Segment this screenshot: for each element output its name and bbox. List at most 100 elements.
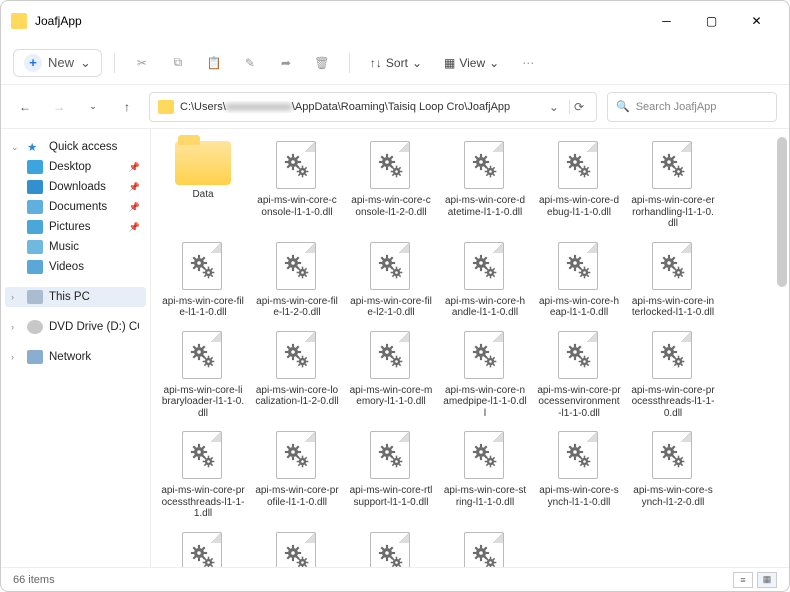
folder-icon bbox=[158, 100, 174, 114]
sidebar-item-music[interactable]: Music bbox=[5, 237, 146, 257]
pin-icon: 📌 bbox=[129, 202, 140, 213]
list-item[interactable]: api-ms-win-core-memory-l1-1-0.dll bbox=[347, 327, 435, 424]
maximize-button[interactable]: ▢ bbox=[689, 1, 734, 41]
list-item[interactable]: api-ms-win-core-processenvironment-l1-1-… bbox=[535, 327, 623, 424]
minimize-button[interactable]: ─ bbox=[644, 1, 689, 41]
list-item[interactable]: api-ms-win-core-synch-l1-2-0.dll bbox=[629, 427, 717, 524]
item-label: api-ms-win-core-string-l1-1-0.dll bbox=[443, 485, 527, 508]
list-item[interactable]: api-ms-win-core-libraryloader-l1-1-0.dll bbox=[159, 327, 247, 424]
list-item[interactable]: api-ms-win-core-console-l1-2-0.dll bbox=[347, 137, 435, 234]
disc-icon bbox=[27, 320, 43, 334]
sidebar-quick-access[interactable]: ⌄ ★ Quick access bbox=[5, 137, 146, 157]
item-label: Data bbox=[192, 189, 213, 201]
file-list[interactable]: Data api-ms-win-core-console-l1-1-0.dll … bbox=[151, 129, 789, 567]
details-view-button[interactable]: ≡ bbox=[733, 572, 753, 588]
dll-icon bbox=[276, 532, 318, 568]
list-item[interactable]: api-ms-win-core-file-l1-1-0.dll bbox=[159, 238, 247, 323]
chevron-right-icon: › bbox=[11, 352, 21, 362]
back-button[interactable]: ← bbox=[13, 95, 37, 119]
chevron-right-icon: › bbox=[11, 322, 21, 332]
titlebar: JoafjApp ─ ▢ ✕ bbox=[1, 1, 789, 41]
close-button[interactable]: ✕ bbox=[734, 1, 779, 41]
sidebar-network[interactable]: › Network bbox=[5, 347, 146, 367]
list-item[interactable]: api-ms-win-core-processthreads-l1-1-1.dl… bbox=[159, 427, 247, 524]
item-label: api-ms-win-core-processenvironment-l1-1-… bbox=[537, 385, 621, 420]
item-label: api-ms-win-core-rtlsupport-l1-1-0.dll bbox=[349, 485, 433, 508]
list-item[interactable]: api-ms-win-core-heap-l1-1-0.dll bbox=[535, 238, 623, 323]
recent-dropdown[interactable]: ⌄ bbox=[81, 95, 105, 119]
sidebar-item-desktop[interactable]: Desktop📌 bbox=[5, 157, 146, 177]
list-item[interactable]: api-ms-win-core-sysinfo-l1-1-0.dll bbox=[159, 528, 247, 568]
item-label: api-ms-win-core-memory-l1-1-0.dll bbox=[349, 385, 433, 408]
list-item[interactable]: api-ms-win-core-profile-l1-1-0.dll bbox=[253, 427, 341, 524]
dll-icon bbox=[276, 331, 318, 381]
list-item[interactable]: api-ms-win-core-synch-l1-1-0.dll bbox=[535, 427, 623, 524]
dll-icon bbox=[182, 532, 224, 568]
list-item[interactable]: api-ms-win-core-timezone-l1-1-0.dll bbox=[253, 528, 341, 568]
sidebar-dvd-drive[interactable]: › DVD Drive (D:) CCCC bbox=[5, 317, 146, 337]
explorer-window: JoafjApp ─ ▢ ✕ + New ⌄ ✂ ⧉ 📋 ✎ ➦ 🗑 ↑↓ So… bbox=[0, 0, 790, 592]
rename-button[interactable]: ✎ bbox=[235, 48, 265, 78]
paste-button[interactable]: 📋 bbox=[199, 48, 229, 78]
documents-icon bbox=[27, 200, 43, 214]
sidebar-this-pc[interactable]: › This PC bbox=[5, 287, 146, 307]
search-input[interactable]: 🔍 Search JoafjApp bbox=[607, 92, 777, 122]
list-item[interactable]: api-ms-win-core-debug-l1-1-0.dll bbox=[535, 137, 623, 234]
list-item[interactable]: api-ms-win-core-console-l1-1-0.dll bbox=[253, 137, 341, 234]
list-item[interactable]: api-ms-win-core-errorhandling-l1-1-0.dll bbox=[629, 137, 717, 234]
up-button[interactable]: ↑ bbox=[115, 95, 139, 119]
list-item[interactable]: api-ms-win-core-datetime-l1-1-0.dll bbox=[441, 137, 529, 234]
chevron-down-icon: ⌄ bbox=[489, 56, 499, 70]
sort-button[interactable]: ↑↓ Sort ⌄ bbox=[362, 52, 430, 74]
dll-icon bbox=[276, 242, 318, 292]
refresh-button[interactable]: ⟳ bbox=[569, 100, 588, 114]
scrollbar-thumb[interactable] bbox=[777, 137, 787, 287]
list-item[interactable]: api-ms-win-core-localization-l1-2-0.dll bbox=[253, 327, 341, 424]
forward-button[interactable]: → bbox=[47, 95, 71, 119]
addressbar[interactable]: C:\Users\xxxxxxxxxxxx\AppData\Roaming\Ta… bbox=[149, 92, 597, 122]
dll-icon bbox=[558, 141, 600, 191]
dll-icon bbox=[464, 532, 506, 568]
dll-icon bbox=[370, 532, 412, 568]
list-item[interactable]: api-ms-win-core-string-l1-1-0.dll bbox=[441, 427, 529, 524]
sidebar-item-downloads[interactable]: Downloads📌 bbox=[5, 177, 146, 197]
share-button[interactable]: ➦ bbox=[271, 48, 301, 78]
more-button[interactable]: ⋯ bbox=[513, 48, 543, 78]
chevron-right-icon: › bbox=[11, 292, 21, 302]
search-placeholder: Search JoafjApp bbox=[636, 101, 717, 113]
plus-icon: + bbox=[24, 54, 42, 72]
sidebar-item-pictures[interactable]: Pictures📌 bbox=[5, 217, 146, 237]
folder-icon bbox=[175, 141, 231, 185]
list-item[interactable]: api-ms-win-core-util-l1-1-0.dll bbox=[347, 528, 435, 568]
list-item[interactable]: api-ms-win-crt-conio-l1-1-0.dll bbox=[441, 528, 529, 568]
delete-button[interactable]: 🗑 bbox=[307, 48, 337, 78]
sort-label: Sort bbox=[386, 56, 408, 70]
new-button[interactable]: + New ⌄ bbox=[13, 49, 102, 77]
network-icon bbox=[27, 350, 43, 364]
dll-icon bbox=[276, 431, 318, 481]
icons-view-button[interactable]: ▦ bbox=[757, 572, 777, 588]
copy-button[interactable]: ⧉ bbox=[163, 48, 193, 78]
list-item[interactable]: api-ms-win-core-file-l1-2-0.dll bbox=[253, 238, 341, 323]
item-label: api-ms-win-core-localization-l1-2-0.dll bbox=[255, 385, 339, 408]
item-label: api-ms-win-core-errorhandling-l1-1-0.dll bbox=[631, 195, 715, 230]
list-item[interactable]: api-ms-win-core-namedpipe-l1-1-0.dll bbox=[441, 327, 529, 424]
dll-icon bbox=[558, 431, 600, 481]
chevron-down-icon: ⌄ bbox=[80, 55, 91, 71]
sidebar-item-videos[interactable]: Videos bbox=[5, 257, 146, 277]
view-button[interactable]: ▦ View ⌄ bbox=[436, 52, 507, 74]
sidebar-item-documents[interactable]: Documents📌 bbox=[5, 197, 146, 217]
list-item[interactable]: api-ms-win-core-rtlsupport-l1-1-0.dll bbox=[347, 427, 435, 524]
list-item[interactable]: api-ms-win-core-processthreads-l1-1-0.dl… bbox=[629, 327, 717, 424]
history-dropdown[interactable]: ⌄ bbox=[545, 100, 563, 114]
list-item[interactable]: Data bbox=[159, 137, 247, 234]
list-item[interactable]: api-ms-win-core-handle-l1-1-0.dll bbox=[441, 238, 529, 323]
pin-icon: 📌 bbox=[129, 162, 140, 173]
dll-icon bbox=[276, 141, 318, 191]
item-label: api-ms-win-core-datetime-l1-1-0.dll bbox=[443, 195, 527, 218]
list-item[interactable]: api-ms-win-core-interlocked-l1-1-0.dll bbox=[629, 238, 717, 323]
sort-icon: ↑↓ bbox=[370, 56, 382, 70]
item-label: api-ms-win-core-libraryloader-l1-1-0.dll bbox=[161, 385, 245, 420]
cut-button[interactable]: ✂ bbox=[127, 48, 157, 78]
list-item[interactable]: api-ms-win-core-file-l2-1-0.dll bbox=[347, 238, 435, 323]
